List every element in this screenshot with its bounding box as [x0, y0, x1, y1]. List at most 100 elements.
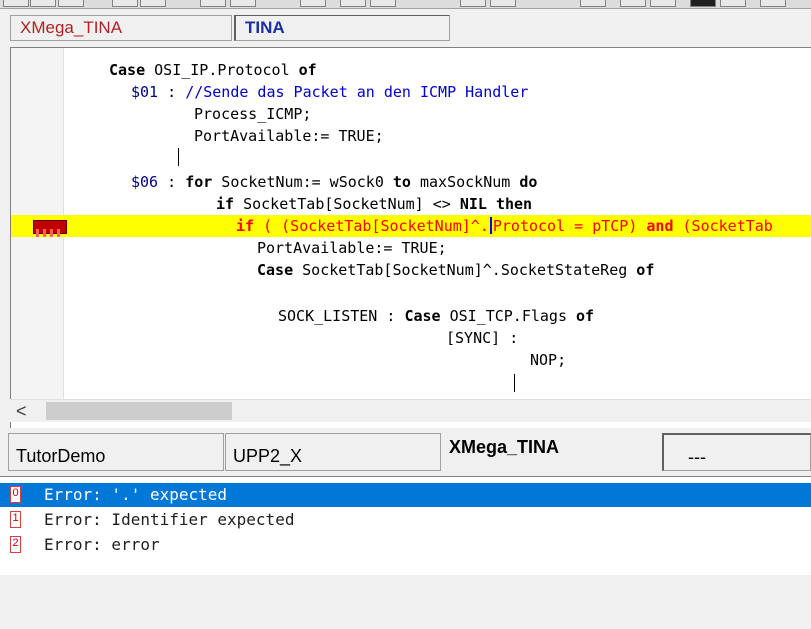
horizontal-scrollbar[interactable]: <: [10, 399, 811, 422]
code-token: ( (SocketTab[SocketNum]^.: [254, 217, 489, 235]
toolbar-button[interactable]: [760, 0, 786, 7]
tab-label: XMega_TINA: [449, 437, 560, 457]
scroll-left-icon[interactable]: <: [16, 401, 40, 421]
tab-tina[interactable]: TINA: [234, 15, 450, 41]
toolbar-button[interactable]: [200, 0, 226, 7]
tab-label: TutorDemo: [16, 446, 106, 466]
toolbar-button[interactable]: [230, 0, 256, 7]
code-token: NIL: [459, 195, 487, 213]
tab-label: XMega_TINA: [20, 18, 123, 37]
tab-xmega-tina-project[interactable]: XMega_TINA: [442, 429, 660, 471]
error-marker-icon[interactable]: [33, 220, 67, 237]
code-token: if: [236, 217, 255, 235]
code-line-error[interactable]: if ( (SocketTab[SocketNum]^. Protocol = p…: [11, 215, 811, 237]
toolbar-button[interactable]: [30, 0, 56, 7]
code-token: then: [495, 195, 533, 213]
code-text: [SYNC] :: [446, 327, 518, 349]
code-token: maxSockNum: [410, 173, 520, 191]
error-message-list[interactable]: 0 Error: '.' expected 1 Error: Identifie…: [0, 476, 811, 575]
toolbar-button[interactable]: [650, 0, 676, 7]
code-token: $01: [131, 83, 159, 101]
message-index-badge: 1: [10, 511, 21, 528]
code-line[interactable]: PortAvailable:= TRUE;: [11, 237, 811, 259]
toolbar-button[interactable]: [490, 0, 516, 7]
code-token: :: [158, 173, 186, 191]
code-token: Process_ICMP;: [194, 105, 312, 123]
code-token: Case: [109, 61, 146, 79]
code-token: SocketNum:= wSock0: [212, 173, 393, 191]
code-line[interactable]: Case OSI_IP.Protocol of: [11, 59, 811, 81]
code-token: Case: [404, 307, 441, 325]
tab-tutordemo[interactable]: TutorDemo: [8, 433, 224, 471]
toolbar-button[interactable]: [370, 0, 396, 7]
caret-cursor: [489, 217, 492, 234]
code-line[interactable]: PortAvailable:= TRUE;: [11, 125, 811, 147]
scroll-thumb[interactable]: [46, 402, 232, 420]
code-token: to: [392, 173, 411, 191]
message-index-badge: 0: [10, 486, 21, 503]
code-token: :: [158, 83, 186, 101]
code-token: SOCK_LISTEN :: [278, 307, 405, 325]
code-line[interactable]: if SocketTab[SocketNum] <> NIL then: [11, 193, 811, 215]
toolbar-button[interactable]: [580, 0, 606, 7]
code-line[interactable]: $06 : for SocketNum:= wSock0 to maxSockN…: [11, 171, 811, 193]
error-message-text: Error: error: [44, 535, 160, 554]
toolbar-button[interactable]: [690, 0, 716, 7]
code-token: do: [519, 173, 538, 191]
code-token: OSI_TCP.Flags: [440, 307, 577, 325]
editor-file-tabs: XMega_TINA TINA: [0, 10, 811, 46]
code-token: OSI_IP.Protocol: [145, 61, 299, 79]
toolbar-button[interactable]: [3, 0, 29, 7]
code-token: PortAvailable:= TRUE;: [257, 239, 447, 257]
code-line[interactable]: $01 : //Sende das Packet an den ICMP Han…: [11, 81, 811, 103]
code-text: $01 : //Sende das Packet an den ICMP Han…: [131, 81, 528, 103]
code-text: Case OSI_IP.Protocol of: [109, 59, 317, 81]
tab-upp2-x[interactable]: UPP2_X: [225, 433, 441, 471]
toolbar-strip: [0, 0, 811, 9]
code-text: Case SocketTab[SocketNum]^.SocketStateRe…: [257, 259, 654, 281]
code-token: SocketTab[SocketNum] <>: [234, 195, 460, 213]
code-text: if SocketTab[SocketNum] <> NIL then: [216, 193, 532, 215]
code-line[interactable]: NOP;: [11, 349, 811, 371]
code-token: of: [576, 307, 595, 325]
toolbar-button[interactable]: [340, 0, 366, 7]
project-tabs: TutorDemo UPP2_X XMega_TINA ---: [0, 429, 811, 475]
toolbar-button[interactable]: [720, 0, 746, 7]
tab-label: TINA: [245, 18, 285, 37]
code-line[interactable]: [11, 147, 811, 169]
code-text: if ( (SocketTab[SocketNum]^. Protocol = p…: [236, 215, 773, 237]
error-message-row[interactable]: 2 Error: error: [0, 533, 811, 557]
code-line[interactable]: SOCK_LISTEN : Case OSI_TCP.Flags of: [11, 305, 811, 327]
code-token: NOP;: [530, 351, 567, 369]
code-text: $06 : for SocketNum:= wSock0 to maxSockN…: [131, 171, 537, 193]
code-line[interactable]: Case SocketTab[SocketNum]^.SocketStateRe…: [11, 259, 811, 281]
text-cursor: [178, 148, 179, 166]
code-text: SOCK_LISTEN : Case OSI_TCP.Flags of: [278, 305, 594, 327]
code-token: PortAvailable:= TRUE;: [194, 127, 384, 145]
code-line[interactable]: [SYNC] :: [11, 327, 811, 349]
error-message-row[interactable]: 1 Error: Identifier expected: [0, 508, 811, 532]
code-line[interactable]: [11, 281, 811, 303]
code-line[interactable]: [11, 371, 811, 393]
toolbar-button[interactable]: [112, 0, 138, 7]
code-text: NOP;: [530, 349, 566, 371]
code-token: if: [216, 195, 235, 213]
error-message-text: Error: '.' expected: [44, 485, 228, 504]
error-message-row[interactable]: 0 Error: '.' expected: [0, 483, 811, 507]
code-line[interactable]: Process_ICMP;: [11, 103, 811, 125]
tab-xmega-tina[interactable]: XMega_TINA: [10, 15, 232, 41]
toolbar-button[interactable]: [300, 0, 326, 7]
toolbar-button[interactable]: [620, 0, 646, 7]
code-text: Process_ICMP;: [194, 103, 311, 125]
toolbar-button[interactable]: [140, 0, 166, 7]
code-editor[interactable]: Case OSI_IP.Protocol of $01 : //Sende das…: [10, 47, 811, 428]
tab-empty[interactable]: ---: [662, 433, 811, 471]
tab-label: UPP2_X: [233, 446, 303, 466]
code-token: $06: [131, 173, 159, 191]
code-token: for: [185, 173, 213, 191]
toolbar-button[interactable]: [460, 0, 486, 7]
toolbar-button[interactable]: [58, 0, 84, 7]
code-token: and: [646, 217, 674, 235]
code-text: PortAvailable:= TRUE;: [194, 125, 384, 147]
